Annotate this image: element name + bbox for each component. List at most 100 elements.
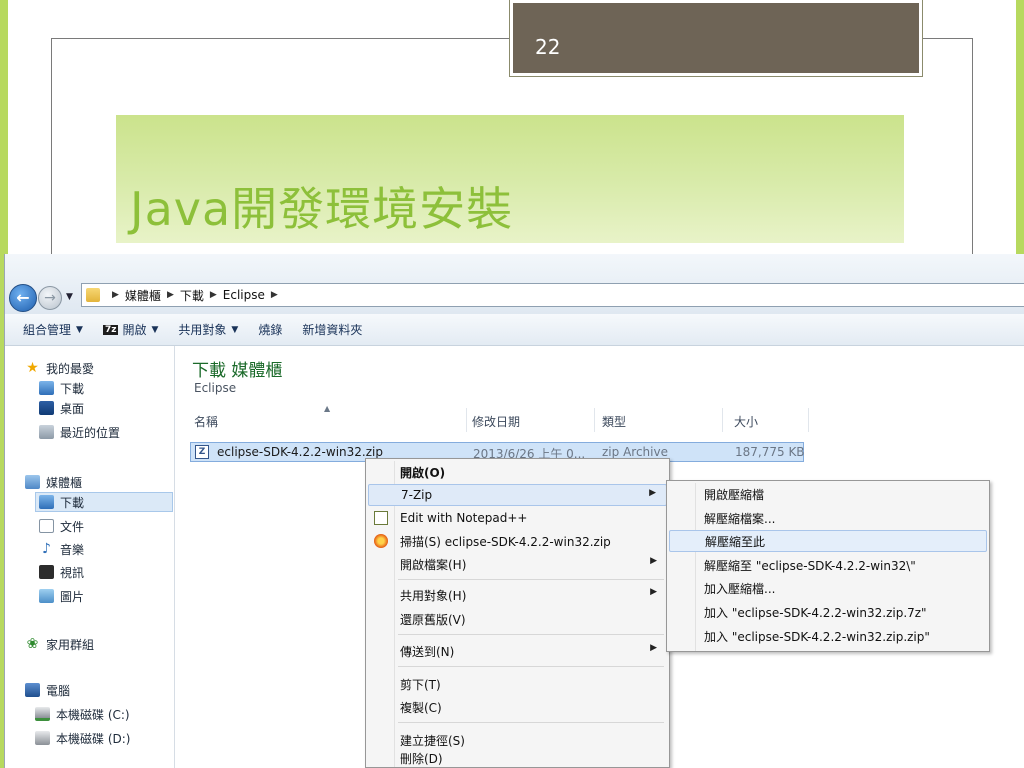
menu-scan[interactable]: 掃描(S) eclipse-SDK-4.2.2-win32.zip <box>368 530 667 552</box>
file-name: eclipse-SDK-4.2.2-win32.zip <box>217 445 383 459</box>
column-divider[interactable] <box>466 408 467 432</box>
submenu-extract-files[interactable]: 解壓縮檔案... <box>669 507 987 529</box>
new-folder-button[interactable]: 新增資料夾 <box>292 314 372 346</box>
nav-computer[interactable]: 電腦 <box>25 680 70 700</box>
drive-icon <box>35 731 50 745</box>
menu-separator <box>398 579 664 580</box>
nav-pictures[interactable]: 圖片 <box>39 586 84 606</box>
submenu-arrow-icon: ▶ <box>649 488 656 498</box>
breadcrumb-downloads[interactable]: 下載 <box>180 287 204 304</box>
nav-downloads[interactable]: 下載 <box>39 378 84 398</box>
antivirus-icon <box>374 534 388 548</box>
submenu-add-7z[interactable]: 加入 "eclipse-SDK-4.2.2-win32.zip.7z" <box>669 601 987 623</box>
libraries-icon <box>25 475 40 489</box>
menu-label: 建立捷徑(S) <box>400 733 465 748</box>
menu-copy[interactable]: 複製(C) <box>368 696 667 718</box>
nav-favorites[interactable]: ★ 我的最愛 <box>25 358 94 378</box>
menu-label: 解壓縮至此 <box>705 534 766 549</box>
desktop-icon <box>39 401 54 415</box>
column-header-size[interactable]: 大小 <box>734 412 758 432</box>
menu-label: 刪除(D) <box>400 751 443 766</box>
address-input[interactable]: ▶ 媒體櫃 ▶ 下載 ▶ Eclipse ▶ <box>81 283 1024 307</box>
navigation-pane: ★ 我的最愛 下載 桌面 最近的位置 媒體櫃 下載 文件 ♪ 音樂 視訊 圖片 … <box>5 346 175 768</box>
burn-button[interactable]: 燒錄 <box>248 314 292 346</box>
breadcrumb-separator-icon[interactable]: ▶ <box>271 290 278 300</box>
menu-cut[interactable]: 剪下(T) <box>368 673 667 695</box>
column-divider[interactable] <box>722 408 723 432</box>
menu-label: 還原舊版(V) <box>400 612 466 627</box>
nav-music[interactable]: ♪ 音樂 <box>39 539 84 559</box>
column-divider[interactable] <box>808 408 809 432</box>
menu-label: Edit with Notepad++ <box>400 511 528 525</box>
organize-button[interactable]: 組合管理 ▼ <box>5 314 93 346</box>
submenu-add-zip[interactable]: 加入 "eclipse-SDK-4.2.2-win32.zip.zip" <box>669 625 987 647</box>
submenu-extract-to[interactable]: 解壓縮至 "eclipse-SDK-4.2.2-win32\" <box>669 554 987 576</box>
slide-title-band: Java開發環境安裝 <box>116 115 904 243</box>
column-divider[interactable] <box>594 408 595 432</box>
nav-libraries[interactable]: 媒體櫃 <box>25 472 82 492</box>
open-label: 開啟 <box>122 323 147 337</box>
breadcrumb-libraries[interactable]: 媒體櫃 <box>125 287 161 304</box>
share-button[interactable]: 共用對象 ▼ <box>168 314 248 346</box>
submenu-arrow-icon: ▶ <box>650 643 657 653</box>
nav-drive-c[interactable]: 本機磁碟 (C:) <box>35 704 130 724</box>
system-drive-icon <box>35 707 50 721</box>
context-menu: 開啟(O) 7-Zip ▶ Edit with Notepad++ 掃描(S) … <box>365 458 670 768</box>
new-folder-label: 新增資料夾 <box>302 323 363 337</box>
command-bar: 組合管理 ▼ 7z 開啟 ▼ 共用對象 ▼ 燒錄 新增資料夾 <box>5 314 1024 346</box>
nav-desktop[interactable]: 桌面 <box>39 398 84 418</box>
column-header-type[interactable]: 類型 <box>602 412 626 432</box>
menu-open-archive[interactable]: 開啟檔案(H) ▶ <box>368 553 667 575</box>
nav-label: 視訊 <box>60 565 85 580</box>
menu-separator <box>398 634 664 635</box>
menu-share-with[interactable]: 共用對象(H) ▶ <box>368 584 667 606</box>
menu-restore-versions[interactable]: 還原舊版(V) <box>368 608 667 630</box>
video-icon <box>39 565 54 579</box>
breadcrumb-eclipse[interactable]: Eclipse <box>223 288 265 302</box>
nav-videos[interactable]: 視訊 <box>39 562 84 582</box>
submenu-add-to-archive[interactable]: 加入壓縮檔... <box>669 577 987 599</box>
nav-drive-d[interactable]: 本機磁碟 (D:) <box>35 728 130 748</box>
nav-library-downloads[interactable]: 下載 <box>35 492 173 512</box>
submenu-extract-here[interactable]: 解壓縮至此 <box>669 530 987 552</box>
menu-label: 解壓縮至 "eclipse-SDK-4.2.2-win32\" <box>704 558 916 573</box>
breadcrumb-separator-icon[interactable]: ▶ <box>210 290 217 300</box>
library-subtitle: Eclipse <box>194 381 237 395</box>
nav-label: 文件 <box>60 519 85 534</box>
submenu-open-archive[interactable]: 開啟壓縮檔 <box>669 483 987 505</box>
nav-label: 電腦 <box>46 683 71 698</box>
forward-button[interactable]: → <box>38 286 62 310</box>
file-type: zip Archive <box>602 445 668 459</box>
menu-label: 掃描(S) eclipse-SDK-4.2.2-win32.zip <box>400 534 611 549</box>
zip-file-icon: Z <box>195 445 209 459</box>
nav-label: 我的最愛 <box>46 361 95 376</box>
menu-create-shortcut[interactable]: 建立捷徑(S) <box>368 729 667 751</box>
nav-label: 音樂 <box>60 542 85 557</box>
column-header-name[interactable]: 名稱 <box>194 412 218 432</box>
folder-icon <box>86 288 100 302</box>
open-button[interactable]: 7z 開啟 ▼ <box>93 314 168 346</box>
nav-label: 桌面 <box>60 401 85 416</box>
column-header-modified[interactable]: 修改日期 <box>472 412 520 432</box>
menu-send-to[interactable]: 傳送到(N) ▶ <box>368 640 667 662</box>
file-size: 187,775 KB <box>735 445 805 459</box>
breadcrumb-separator-icon[interactable]: ▶ <box>167 290 174 300</box>
menu-label: 共用對象(H) <box>400 588 467 603</box>
chevron-down-icon: ▼ <box>231 324 239 335</box>
breadcrumb-separator-icon[interactable]: ▶ <box>112 290 119 300</box>
menu-edit-notepadpp[interactable]: Edit with Notepad++ <box>368 507 667 529</box>
menu-label: 傳送到(N) <box>400 644 455 659</box>
nav-documents[interactable]: 文件 <box>39 516 84 536</box>
menu-7zip[interactable]: 7-Zip ▶ <box>368 484 667 506</box>
menu-label: 加入 "eclipse-SDK-4.2.2-win32.zip.zip" <box>704 629 930 644</box>
recent-pages-dropdown-icon[interactable]: ▼ <box>66 292 73 302</box>
menu-delete[interactable]: 刪除(D) <box>368 749 667 767</box>
menu-open[interactable]: 開啟(O) <box>368 461 667 483</box>
menu-label: 加入壓縮檔... <box>704 581 776 596</box>
back-button[interactable]: ← <box>9 284 37 312</box>
chevron-down-icon: ▼ <box>151 324 159 335</box>
nav-label: 圖片 <box>60 589 85 604</box>
nav-homegroup[interactable]: ❀ 家用群組 <box>25 634 94 654</box>
downloads-folder-icon <box>39 495 54 509</box>
nav-recent[interactable]: 最近的位置 <box>39 422 120 442</box>
